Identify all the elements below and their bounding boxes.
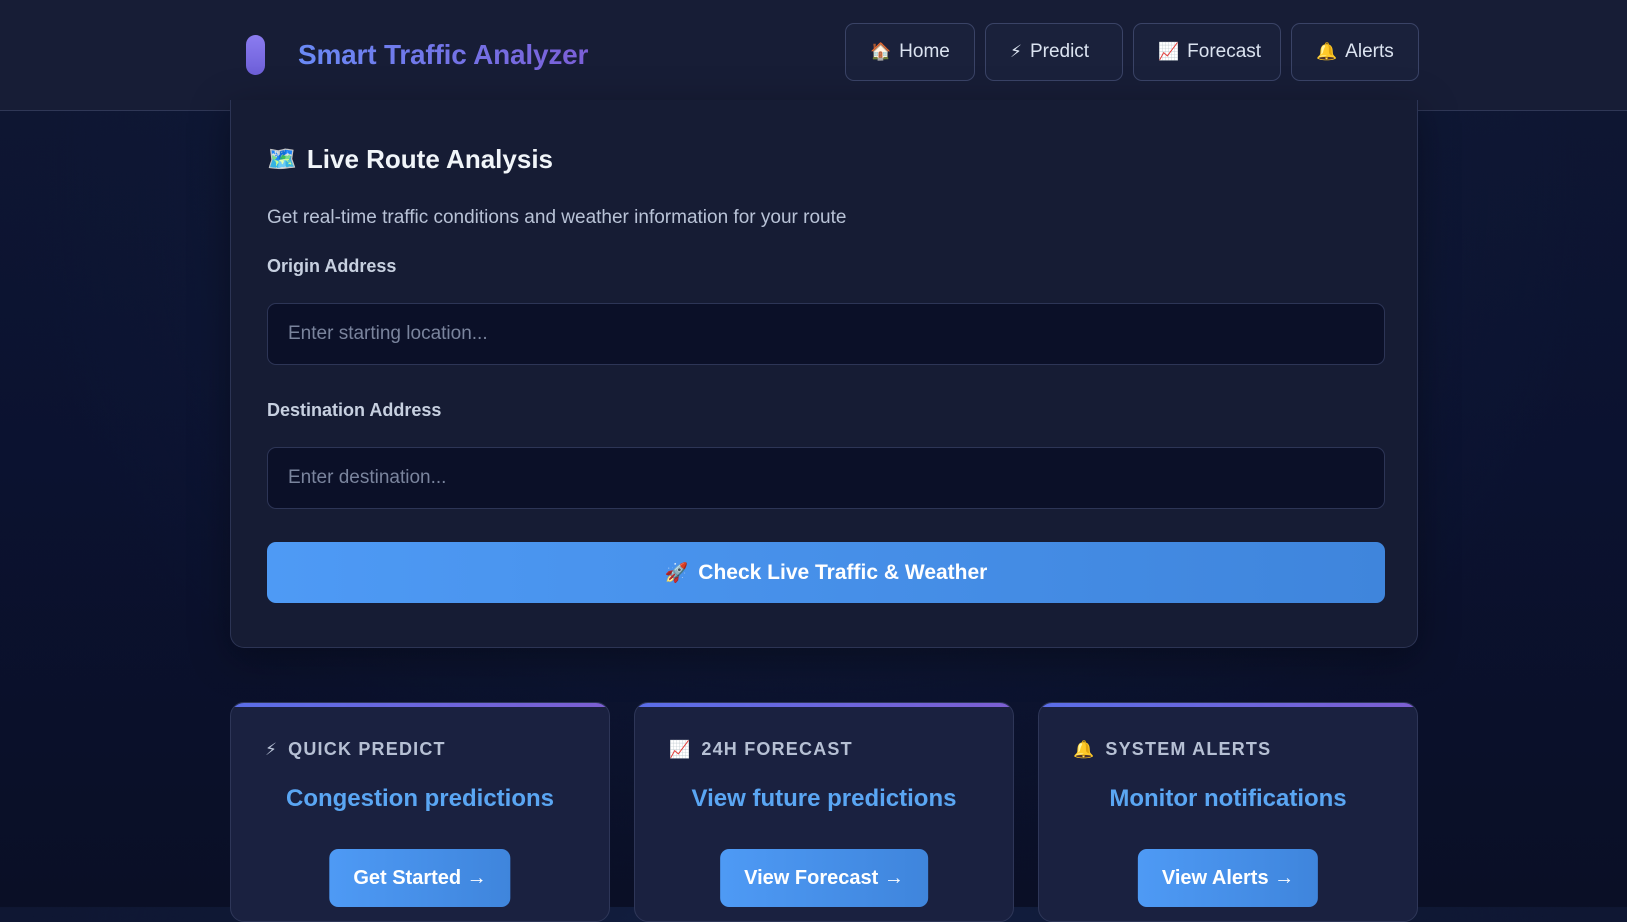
origin-label: Origin Address <box>267 256 397 276</box>
nav-predict-label: Predict <box>1029 41 1090 62</box>
brand[interactable]: Smart Traffic Analyzer <box>246 35 588 75</box>
logo-pill-icon <box>246 35 265 75</box>
app-header: Smart Traffic Analyzer 🏠 Home ⚡ Predict … <box>0 0 1627 111</box>
quick-predict-heading-label: QUICK PREDICT <box>288 739 446 759</box>
lightning-icon: ⚡ <box>1010 42 1022 61</box>
chart-increasing-icon: 📈 <box>669 739 692 759</box>
forecast-heading: 📈 24H FORECAST <box>669 739 853 760</box>
top-nav: 🏠 Home ⚡ Predict 📈 Forecast 🔔 Alerts <box>845 23 1419 81</box>
system-alerts-heading: 🔔 SYSTEM ALERTS <box>1073 739 1271 760</box>
map-icon: 🗺️ <box>267 146 297 173</box>
chart-increasing-icon: 📈 <box>1158 42 1180 61</box>
forecast-heading-label: 24H FORECAST <box>701 739 853 759</box>
nav-alerts-label: Alerts <box>1345 41 1394 62</box>
nav-home-label: Home <box>899 41 950 62</box>
origin-address-input[interactable] <box>267 303 1385 365</box>
system-alerts-title: Monitor notifications <box>1109 785 1347 812</box>
forecast-title: View future predictions <box>691 785 957 812</box>
system-alerts-card: 🔔 SYSTEM ALERTS Monitor notifications Vi… <box>1038 702 1418 922</box>
route-analysis-heading: 🗺️ Live Route Analysis <box>267 144 553 175</box>
system-alerts-heading-label: SYSTEM ALERTS <box>1105 739 1272 759</box>
route-analysis-subtitle: Get real-time traffic conditions and wea… <box>267 207 847 228</box>
app-title: Smart Traffic Analyzer <box>298 39 589 70</box>
destination-address-input[interactable] <box>267 447 1385 509</box>
quick-predict-heading: ⚡ QUICK PREDICT <box>265 739 446 760</box>
nav-forecast-button[interactable]: 📈 Forecast <box>1133 23 1281 81</box>
lightning-icon: ⚡ <box>265 739 279 759</box>
view-alerts-button[interactable]: View Alerts → <box>1137 849 1319 907</box>
rocket-icon: 🚀 <box>664 562 689 584</box>
check-traffic-weather-label: Check Live Traffic & Weather <box>698 560 988 584</box>
quick-predict-card: ⚡ QUICK PREDICT Congestion predictions G… <box>230 702 610 922</box>
destination-label: Destination Address <box>267 400 442 420</box>
route-analysis-card: 🗺️ Live Route Analysis Get real-time tra… <box>230 100 1418 648</box>
nav-forecast-label: Forecast <box>1187 41 1262 62</box>
forecast-card: 📈 24H FORECAST View future predictions V… <box>634 702 1014 922</box>
quick-predict-title: Congestion predictions <box>285 785 554 812</box>
check-traffic-weather-button[interactable]: 🚀 Check Live Traffic & Weather <box>267 542 1385 603</box>
house-icon: 🏠 <box>870 42 892 61</box>
bell-icon: 🔔 <box>1073 739 1096 759</box>
nav-alerts-button[interactable]: 🔔 Alerts <box>1291 23 1419 81</box>
view-forecast-button[interactable]: View Forecast → <box>720 849 928 907</box>
nav-home-button[interactable]: 🏠 Home <box>845 23 975 81</box>
route-analysis-title: Live Route Analysis <box>306 144 554 174</box>
bell-icon: 🔔 <box>1316 42 1338 61</box>
nav-predict-button[interactable]: ⚡ Predict <box>985 23 1123 81</box>
get-started-button[interactable]: Get Started → <box>329 849 511 907</box>
